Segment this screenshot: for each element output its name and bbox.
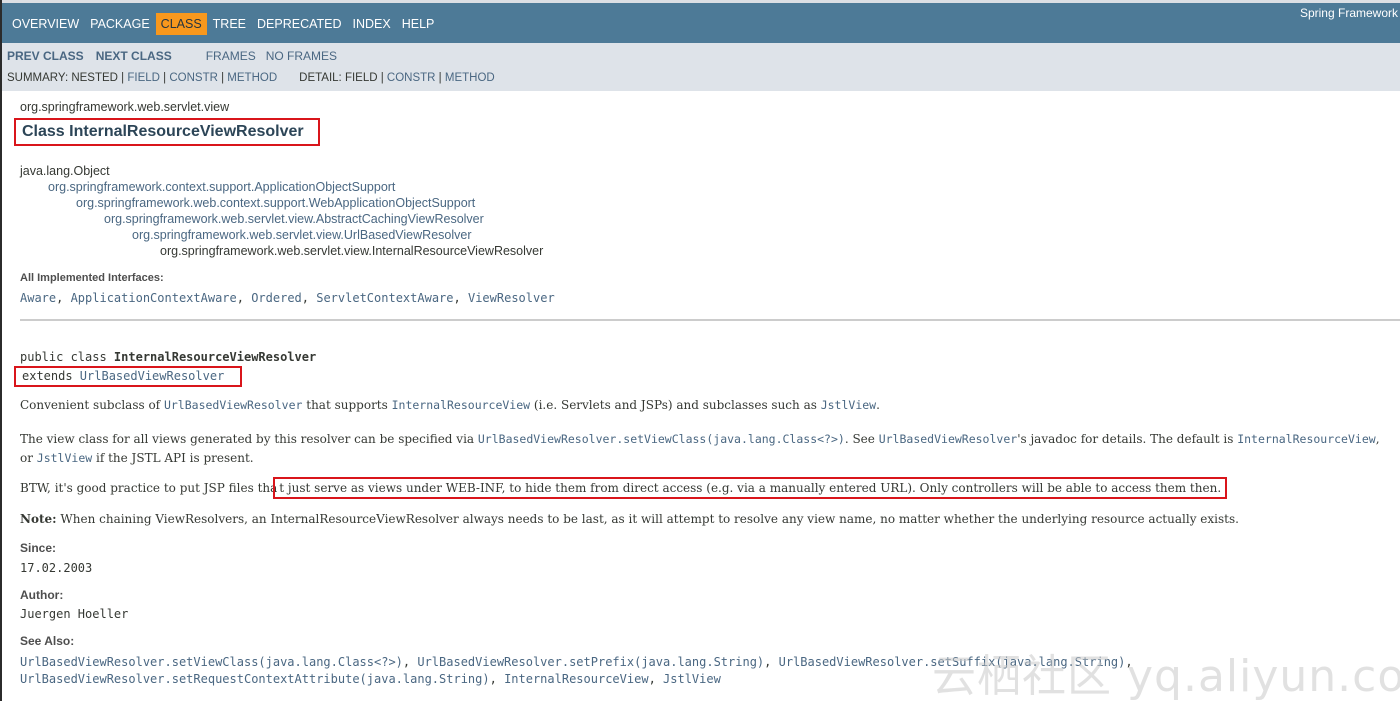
detail-method-link[interactable]: METHOD [445, 72, 495, 84]
interface-link[interactable]: ViewResolver [468, 291, 555, 305]
nav-overview[interactable]: OVERVIEW [7, 13, 84, 35]
comma: , [56, 291, 71, 305]
separator: | [435, 72, 445, 84]
next-class-link[interactable]: NEXT CLASS [96, 49, 172, 63]
nav-tree[interactable]: TREE [208, 13, 251, 35]
author-label: Author: [20, 588, 64, 602]
code-link[interactable]: JstlView [37, 451, 92, 465]
inheritance-tree: java.lang.Object org.springframework.con… [20, 163, 543, 259]
extends-class-link[interactable]: UrlBasedViewResolver [80, 369, 225, 383]
tree-item: org.springframework.web.servlet.view.Int… [160, 244, 544, 258]
implemented-interfaces: All Implemented Interfaces: Aware, Appli… [20, 272, 555, 305]
text: 's javadoc for details. The default is [1017, 432, 1238, 446]
comma: , [453, 291, 468, 305]
comma: , [236, 291, 252, 305]
description-paragraph-1: Convenient subclass of UrlBasedViewResol… [20, 398, 880, 412]
summary-field-link[interactable]: FIELD [127, 72, 160, 84]
detail-constr-link[interactable]: CONSTR [387, 72, 436, 84]
signature-prefix: public class [20, 350, 114, 364]
signature-class-name: InternalResourceViewResolver [113, 350, 317, 364]
description-paragraph-3: BTW, it's good practice to put JSP files… [20, 477, 1228, 499]
brand-label: Spring Framework [1299, 6, 1398, 20]
frames-link[interactable]: FRAMES [206, 49, 256, 63]
interfaces-label: All Implemented Interfaces: [20, 272, 164, 284]
extends-keyword: extends [22, 369, 80, 383]
prev-class-link[interactable]: PREV CLASS [7, 49, 84, 63]
divider [20, 319, 1400, 321]
text: The view class for all views generated b… [20, 432, 478, 446]
see-also-link[interactable]: InternalResourceView [504, 672, 649, 686]
tree-item-link[interactable]: org.springframework.web.servlet.view.Url… [20, 227, 543, 243]
text: if the JSTL API is present. [92, 451, 254, 465]
interface-link[interactable]: Ordered [251, 291, 302, 305]
since-value: 17.02.2003 [20, 561, 93, 575]
no-frames-link[interactable]: NO FRAMES [266, 49, 337, 63]
page-title: Class InternalResourceViewResolver [22, 123, 304, 140]
code-link[interactable]: InternalResourceView [392, 398, 530, 412]
author-value: Juergen Hoeller [20, 607, 129, 621]
note-label: Note: [20, 512, 57, 526]
code-link[interactable]: UrlBasedViewResolver.setViewClass(java.l… [478, 432, 845, 446]
tree-item-link[interactable]: org.springframework.web.context.support.… [20, 195, 543, 211]
text: that supports [302, 398, 392, 412]
tree-item-link[interactable]: org.springframework.context.support.Appl… [20, 179, 543, 195]
tree-item: java.lang.Object [20, 164, 110, 178]
top-nav-items: OVERVIEW PACKAGE CLASS TREE DEPRECATED I… [7, 13, 440, 35]
description-note: Note: When chaining ViewResolvers, an In… [20, 512, 1239, 526]
separator: | [159, 72, 170, 84]
interface-link[interactable]: Aware [20, 291, 56, 305]
text: When chaining ViewResolvers, an Internal… [56, 512, 1239, 526]
comma: , [648, 672, 664, 686]
see-also-link[interactable]: JstlView [663, 672, 721, 686]
extends-highlight-box: extends UrlBasedViewResolver [14, 366, 243, 387]
nav-class[interactable]: CLASS [155, 13, 207, 35]
comma: , [489, 672, 505, 686]
see-also-label: See Also: [20, 634, 75, 648]
since-label: Since: [20, 541, 57, 555]
code-link[interactable]: InternalResourceView [1237, 432, 1375, 446]
nav-package[interactable]: PACKAGE [85, 13, 155, 35]
comma: , [301, 291, 317, 305]
comma: , [764, 655, 779, 669]
nav-index[interactable]: INDEX [348, 13, 396, 35]
comma: , [402, 655, 418, 669]
nav-help[interactable]: HELP [397, 13, 440, 35]
text: (i.e. Servlets and JSPs) and subclasses … [530, 398, 821, 412]
watermark: 云栖社区 yq.aliyun.com [932, 651, 1400, 702]
highlighted-text: t just serve as views under WEB-INF, to … [273, 477, 1228, 499]
text: Convenient subclass of [20, 398, 164, 412]
code-link[interactable]: JstlView [821, 398, 876, 412]
see-also-link[interactable]: UrlBasedViewResolver.setRequestContextAt… [20, 672, 490, 686]
summary-label: SUMMARY: NESTED | [7, 72, 128, 84]
tree-item-link[interactable]: org.springframework.web.servlet.view.Abs… [20, 211, 543, 227]
text: . See [844, 432, 879, 446]
detail-label: DETAIL: FIELD | [299, 72, 387, 84]
text: . [876, 398, 880, 412]
summary-constr-link[interactable]: CONSTR [169, 72, 218, 84]
see-also-link[interactable]: UrlBasedViewResolver.setViewClass(java.l… [20, 655, 403, 669]
sub-nav-bar: PREV CLASS NEXT CLASS FRAMES NO FRAMES S… [2, 43, 1400, 91]
nav-deprecated[interactable]: DEPRECATED [252, 13, 347, 35]
code-link[interactable]: UrlBasedViewResolver [164, 398, 302, 412]
code-link[interactable]: UrlBasedViewResolver [879, 432, 1017, 446]
summary-method-link[interactable]: METHOD [227, 72, 277, 84]
interface-link[interactable]: ServletContextAware [316, 291, 453, 305]
class-signature: public class InternalResourceViewResolve… [14, 349, 317, 387]
text: BTW, it's good practice to put JSP files… [20, 481, 278, 495]
separator: | [217, 72, 228, 84]
description-paragraph-2: The view class for all views generated b… [20, 430, 1395, 468]
interface-link[interactable]: ApplicationContextAware [71, 291, 237, 305]
see-also-link[interactable]: UrlBasedViewResolver.setPrefix(java.lang… [417, 655, 764, 669]
top-nav-bar: OVERVIEW PACKAGE CLASS TREE DEPRECATED I… [2, 0, 1400, 43]
package-name: org.springframework.web.servlet.view [20, 100, 230, 114]
title-highlight-box: Class InternalResourceViewResolver [14, 118, 320, 146]
